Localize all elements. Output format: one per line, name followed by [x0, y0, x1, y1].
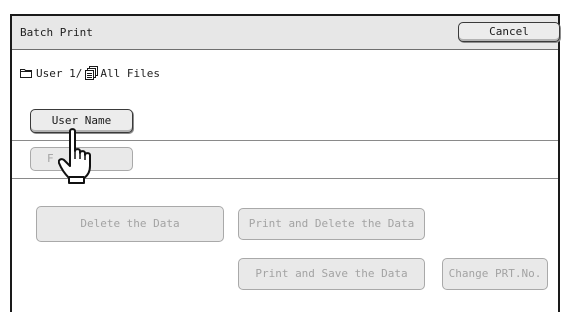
hand-pointer-icon: [58, 128, 91, 184]
print-and-delete-button[interactable]: Print and Delete the Data: [238, 208, 425, 240]
breadcrumb-folder: User 1/: [36, 66, 83, 80]
change-prt-no-button[interactable]: Change PRT.No.: [442, 258, 548, 290]
cancel-button[interactable]: Cancel: [458, 22, 560, 42]
title-bar: Batch Print Cancel: [12, 16, 560, 50]
delete-data-button[interactable]: Delete the Data: [36, 206, 224, 242]
window-title: Batch Print: [20, 26, 93, 39]
print-and-save-button[interactable]: Print and Save the Data: [238, 258, 425, 290]
breadcrumb-files: All Files: [100, 66, 160, 80]
folder-icon: [20, 69, 32, 78]
batch-print-window: Batch Print Cancel User 1/ All Files Use…: [10, 14, 560, 312]
files-icon: [85, 66, 99, 80]
breadcrumb: User 1/ All Files: [20, 66, 160, 80]
